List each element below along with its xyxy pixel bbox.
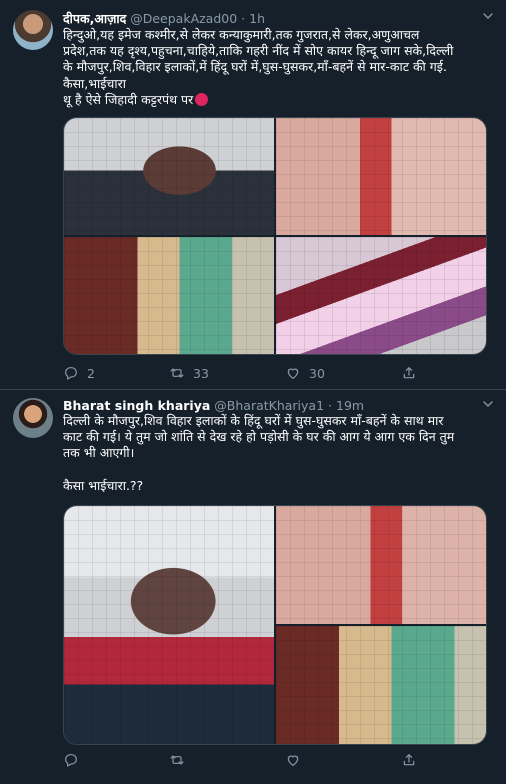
tweet-text-line xyxy=(63,462,491,478)
tweet-actions xyxy=(63,752,463,768)
heart-icon xyxy=(287,755,299,766)
media-photo[interactable] xyxy=(276,237,486,354)
media-photo[interactable] xyxy=(276,506,486,624)
heart-icon xyxy=(287,368,299,379)
share-icon xyxy=(403,754,415,766)
timestamp[interactable]: 1h xyxy=(249,11,265,26)
media-grid[interactable] xyxy=(63,117,487,355)
media-photo[interactable] xyxy=(64,506,274,744)
tweet-text-line: कैसा,भाईचारा xyxy=(63,75,126,91)
like-button[interactable] xyxy=(285,752,309,768)
reply-button[interactable]: 2 xyxy=(63,365,95,381)
tweet-text-segment: थू है ऐसे जिहादी कट्टरपंथ पर xyxy=(63,91,194,107)
tweet-text-line: दिल्ली के मौजपुर,शिव विहार इलाकों के हिं… xyxy=(63,413,444,428)
tweet-text-line: प्रदेश,तक यह दृश्य,पहुचना,चाहिये,ताकि गह… xyxy=(63,43,454,59)
retweet-button[interactable]: 33 xyxy=(169,365,209,381)
user-handle[interactable]: @BharatKhariya1 xyxy=(214,398,324,413)
display-name[interactable]: Bharat singh khariya xyxy=(63,398,210,413)
share-button[interactable] xyxy=(401,365,417,381)
display-name[interactable]: दीपक,आज़ाद xyxy=(63,11,126,26)
like-button[interactable]: 30 xyxy=(285,365,325,381)
reply-button[interactable] xyxy=(63,752,87,768)
user-handle[interactable]: @DeepakAzad00 xyxy=(130,11,237,26)
tweet-text: हिन्दुओ,यह इमेज कश्मीर,से लेकर कन्याकुमा… xyxy=(63,27,491,108)
tweet-text: दिल्ली के मौजपुर,शिव विहार इलाकों के हिं… xyxy=(63,413,491,494)
timestamp[interactable]: 19m xyxy=(336,398,364,413)
tweet[interactable]: दीपक,आज़ाद @DeepakAzad00 · 1h हिन्दुओ,यह… xyxy=(0,0,506,390)
like-count: 30 xyxy=(309,365,325,381)
avatar[interactable] xyxy=(13,398,53,438)
angry-face-emoji-icon xyxy=(195,92,209,106)
retweet-count: 33 xyxy=(193,365,209,381)
tweet-actions: 2 33 30 xyxy=(63,365,463,381)
media-photo[interactable] xyxy=(64,237,274,354)
tweet-text-line: के मौजपुर,शिव,विहार इलाकों,में हिंदू घरो… xyxy=(63,59,447,75)
reply-count: 2 xyxy=(87,365,95,381)
retweet-icon xyxy=(170,368,184,378)
tweet[interactable]: Bharat singh khariya @BharatKhariya1 · 1… xyxy=(0,390,506,784)
share-button[interactable] xyxy=(401,752,417,768)
tweet-text-line: हिन्दुओ,यह इमेज कश्मीर,से लेकर कन्याकुमा… xyxy=(63,27,420,42)
retweet-button[interactable] xyxy=(169,752,193,768)
tweet-text-line: कैसा भाईचारा.?? xyxy=(63,477,144,493)
tweet-header: Bharat singh khariya @BharatKhariya1 · 1… xyxy=(63,398,364,413)
separator-dot: · xyxy=(328,398,333,413)
media-photo[interactable] xyxy=(276,626,486,744)
chevron-down-icon[interactable] xyxy=(480,396,496,412)
tweet-text-line: काट की गई। ये तुम जो शांति से देख रहे हो… xyxy=(63,429,455,445)
media-photo[interactable] xyxy=(276,118,486,235)
separator-dot: · xyxy=(241,11,246,26)
tweet-header: दीपक,आज़ाद @DeepakAzad00 · 1h xyxy=(63,10,265,27)
retweet-icon xyxy=(170,755,184,765)
tweet-text-line: थू है ऐसे जिहादी कट्टरपंथ पर xyxy=(63,92,491,108)
tweet-text-line: तक भी आएगी। xyxy=(63,445,135,461)
media-grid[interactable] xyxy=(63,505,487,745)
avatar[interactable] xyxy=(13,10,53,50)
media-photo[interactable] xyxy=(64,118,274,235)
reply-icon xyxy=(65,367,77,380)
chevron-down-icon[interactable] xyxy=(480,8,496,24)
reply-icon xyxy=(65,754,77,767)
share-icon xyxy=(403,367,415,379)
